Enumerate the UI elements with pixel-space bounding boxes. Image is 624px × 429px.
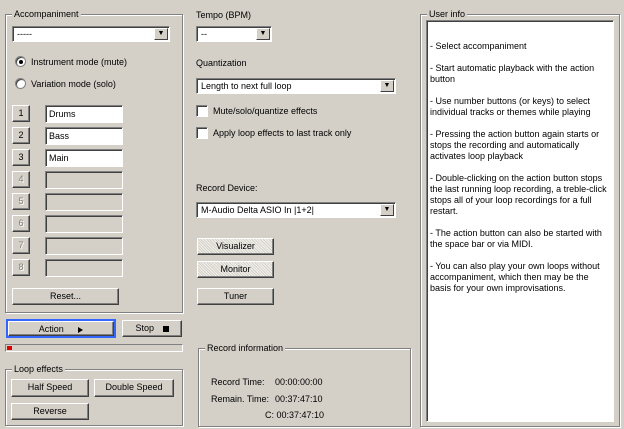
- accompaniment-legend: Accompaniment: [12, 9, 81, 19]
- user-info-paragraph: - Use number buttons (or keys) to select…: [430, 96, 591, 117]
- variation-mode-radio[interactable]: [15, 78, 26, 89]
- track-4-button[interactable]: 4: [12, 171, 30, 188]
- action-label: Action: [38, 324, 64, 334]
- record-information-legend: Record information: [205, 343, 286, 353]
- stop-button[interactable]: Stop: [122, 320, 182, 337]
- c-time-value: C: 00:37:47:10: [265, 410, 325, 420]
- track-5-name-field[interactable]: [45, 193, 123, 211]
- tempo-label: Tempo (BPM): [196, 10, 252, 20]
- monitor-button[interactable]: Monitor: [197, 261, 274, 278]
- playback-progress-bar: [5, 344, 183, 352]
- record-device-label: Record Device:: [196, 183, 258, 193]
- track-1-name-field[interactable]: Drums: [45, 105, 123, 123]
- reset-button[interactable]: Reset...: [12, 288, 119, 305]
- chevron-down-icon[interactable]: ▼: [154, 28, 168, 40]
- record-device-select-value: M-Audio Delta ASIO In |1+2|: [201, 205, 314, 215]
- track-1-button[interactable]: 1: [12, 105, 30, 122]
- remain-time-value: 00:37:47:10: [275, 394, 323, 404]
- track-7-name-field[interactable]: [45, 237, 123, 255]
- accompaniment-select-value: -----: [17, 29, 32, 39]
- user-info-paragraph: - Double-clicking on the action button s…: [430, 173, 607, 216]
- chevron-down-icon[interactable]: ▼: [380, 204, 394, 216]
- quantization-label: Quantization: [196, 58, 247, 68]
- track-6-button[interactable]: 6: [12, 215, 30, 232]
- track-8-name-field[interactable]: [45, 259, 123, 277]
- half-speed-button[interactable]: Half Speed: [11, 379, 89, 397]
- instrument-mode-label[interactable]: Instrument mode (mute): [31, 57, 127, 67]
- user-info-paragraph: - Start automatic playback with the acti…: [430, 63, 595, 84]
- visualizer-button[interactable]: Visualizer: [197, 238, 274, 255]
- play-arrow-icon: [78, 326, 84, 333]
- tempo-select-value: --: [201, 29, 207, 39]
- reverse-button[interactable]: Reverse: [11, 403, 89, 420]
- track-5-button[interactable]: 5: [12, 193, 30, 210]
- stop-label: Stop: [135, 323, 154, 333]
- track-6-name-field[interactable]: [45, 215, 123, 233]
- tempo-select[interactable]: -- ▼: [196, 26, 272, 42]
- remain-time-label: Remain. Time:: [211, 394, 270, 404]
- playback-progress-fill: [7, 346, 12, 350]
- user-info-paragraph: - Select accompaniment: [430, 41, 527, 51]
- record-time-label: Record Time:: [211, 377, 265, 387]
- quantization-select[interactable]: Length to next full loop ▼: [196, 78, 396, 94]
- track-4-name-field[interactable]: [45, 171, 123, 189]
- instrument-mode-radio[interactable]: [15, 56, 26, 67]
- mute-solo-checkbox[interactable]: [196, 105, 208, 117]
- track-8-button[interactable]: 8: [12, 259, 30, 276]
- variation-mode-label[interactable]: Variation mode (solo): [31, 79, 116, 89]
- chevron-down-icon[interactable]: ▼: [380, 80, 394, 92]
- user-info-legend: User info: [427, 9, 468, 19]
- track-2-name-field[interactable]: Bass: [45, 127, 123, 145]
- user-info-text: - Select accompaniment - Start automatic …: [426, 20, 614, 422]
- track-3-name-field[interactable]: Main: [45, 149, 123, 167]
- action-button[interactable]: Action: [6, 319, 116, 338]
- double-speed-button[interactable]: Double Speed: [94, 379, 174, 397]
- accompaniment-select[interactable]: ----- ▼: [12, 26, 170, 42]
- quantization-select-value: Length to next full loop: [201, 81, 292, 91]
- record-time-value: 00:00:00:00: [275, 377, 323, 387]
- stop-square-icon: [162, 325, 169, 332]
- apply-last-track-label[interactable]: Apply loop effects to last track only: [213, 128, 351, 138]
- user-info-paragraph: - The action button can also be started …: [430, 228, 602, 249]
- track-3-button[interactable]: 3: [12, 149, 30, 166]
- track-7-button[interactable]: 7: [12, 237, 30, 254]
- mute-solo-label[interactable]: Mute/solo/quantize effects: [213, 106, 317, 116]
- record-device-select[interactable]: M-Audio Delta ASIO In |1+2| ▼: [196, 202, 396, 218]
- tuner-button[interactable]: Tuner: [197, 288, 274, 305]
- radio-selected-dot: [19, 60, 23, 64]
- apply-last-track-checkbox[interactable]: [196, 127, 208, 139]
- loop-effects-legend: Loop effects: [12, 364, 65, 374]
- track-2-button[interactable]: 2: [12, 127, 30, 144]
- user-info-paragraph: - You can also play your own loops witho…: [430, 261, 600, 293]
- user-info-paragraph: - Pressing the action button again start…: [430, 129, 600, 161]
- chevron-down-icon[interactable]: ▼: [256, 28, 270, 40]
